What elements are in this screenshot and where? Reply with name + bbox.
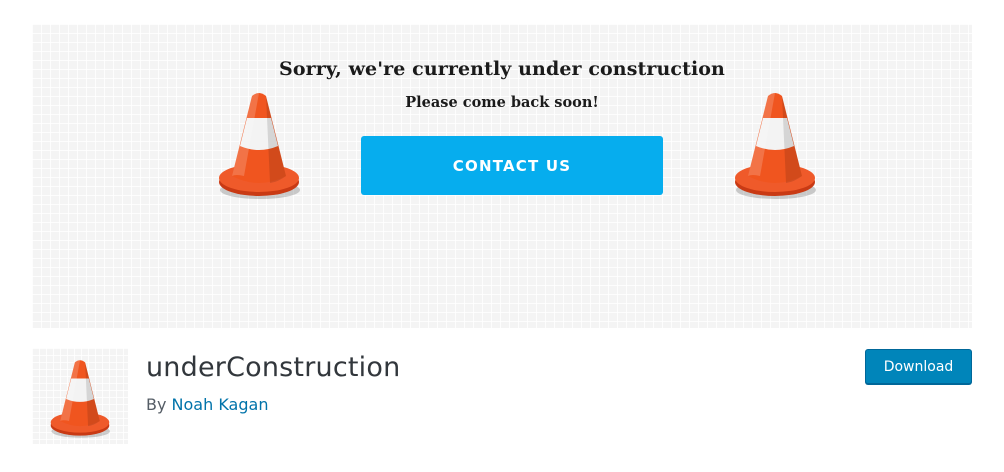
traffic-cone-icon [735, 93, 816, 199]
traffic-cone-icon [219, 93, 300, 199]
banner-heading: Sorry, we're currently under constructio… [279, 58, 725, 80]
download-button[interactable]: Download [865, 349, 972, 384]
banner-subheading: Please come back soon! [405, 94, 599, 111]
traffic-cone-icon [50, 360, 111, 438]
author-by-label: By [146, 395, 167, 414]
plugin-banner: Sorry, we're currently under constructio… [32, 24, 972, 328]
plugin-title: underConstruction [146, 352, 401, 383]
plugin-author: By Noah Kagan [146, 395, 268, 414]
contact-us-button[interactable]: CONTACT US [361, 136, 663, 195]
plugin-icon [32, 348, 128, 444]
author-link[interactable]: Noah Kagan [172, 395, 269, 414]
